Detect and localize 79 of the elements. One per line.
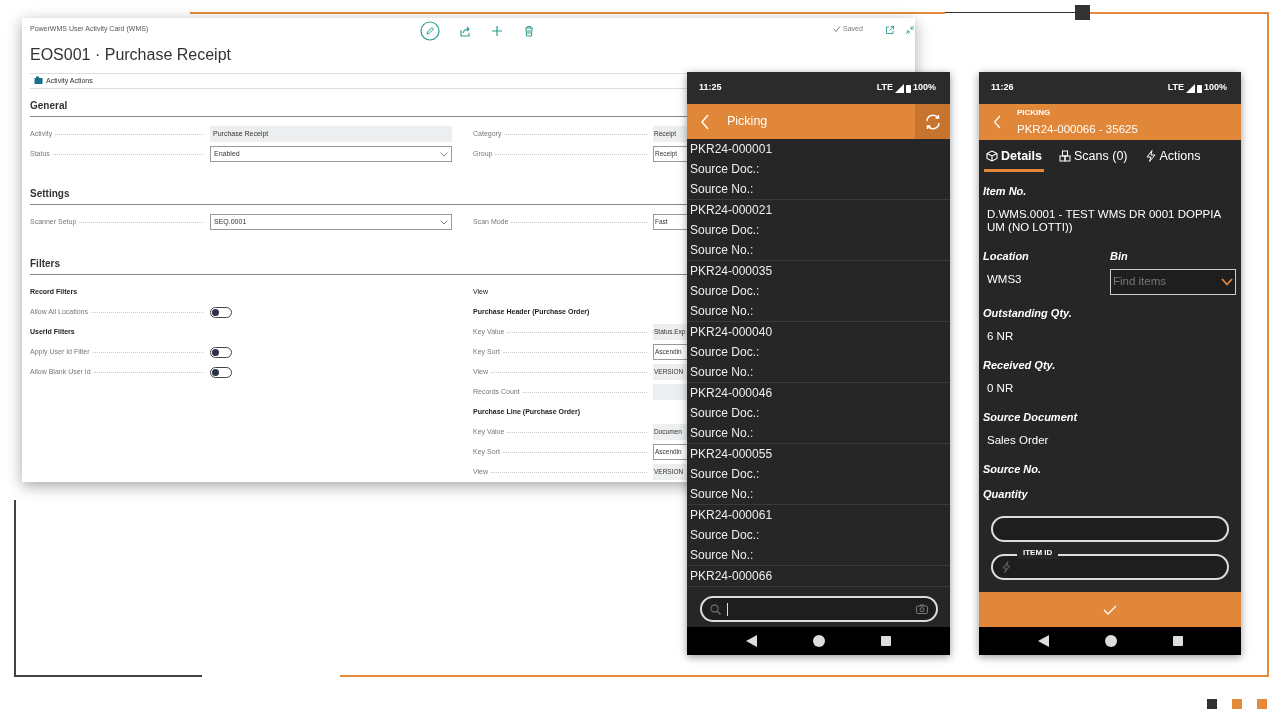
plus-icon[interactable] [490,24,504,38]
field-label: Location [983,249,1030,263]
field-label: Bin [1110,249,1129,263]
floating-label: ITEM ID [1017,547,1059,559]
signal-icon [1185,83,1195,93]
box-icon [986,150,998,162]
back-nav-icon[interactable] [1037,635,1049,647]
clock: 11:25 [699,81,722,95]
battery-level: 100% [912,81,936,95]
section-title: Filters [30,257,60,271]
field-value: D.WMS.0001 - TEST WMS DR 0001 DOPPIA UM (NO LOTTI)) [986,208,1222,235]
toggle-switch[interactable] [210,366,232,378]
list-item[interactable]: PKR24-000046 Source Doc.: Source No.: [687,383,950,444]
check-icon [833,25,841,34]
field-label: Source Document [983,410,1079,424]
section-title: Settings [30,187,70,201]
search-icon [709,603,721,615]
field-label: Outstanding Qty. [983,306,1073,320]
refresh-icon [923,112,942,131]
page-title: EOS001 · Purchase Receipt [30,44,232,65]
check-icon [1103,604,1117,615]
back-nav-icon[interactable] [746,635,757,647]
tab[interactable]: Actions [1142,143,1203,172]
list-item[interactable]: PKR24-000061 Source Doc.: Source No.: [687,505,950,566]
bolt-icon [1001,561,1011,573]
back-icon[interactable] [700,113,710,130]
actions-icon [34,76,43,86]
home-nav-icon[interactable] [813,635,825,647]
clock: 11:26 [991,81,1014,95]
field-label: Quantity [983,487,1029,501]
recents-nav-icon[interactable] [1172,636,1183,646]
chevron-down-icon [1221,278,1233,286]
chevron-down-icon [440,151,448,157]
field-value: WMS3 [986,273,1023,287]
input-field[interactable] [991,516,1229,542]
battery-level: 100% [1203,81,1227,95]
chevron-down-icon [440,219,448,225]
list-item[interactable]: PKR24-000035 Source Doc.: Source No.: [687,261,950,322]
field-label: Received Qty. [983,358,1057,372]
field-value: 0 NR [986,382,1015,396]
list-item[interactable]: PKR24-000055 Source Doc.: Source No.: [687,444,950,505]
screen-title: Picking [727,113,769,131]
home-nav-icon[interactable] [1104,635,1117,647]
back-icon[interactable] [993,115,1001,129]
battery-icon [1196,83,1202,93]
edit-icon[interactable] [420,21,440,41]
trash-icon[interactable] [522,24,536,38]
decor-square [1207,699,1217,709]
list-item[interactable]: PKR24-000040 Source Doc.: Source No.: [687,322,950,383]
search-field[interactable] [699,596,938,622]
field-value: 6 NR [986,330,1015,344]
share-icon[interactable] [458,24,472,38]
decor-square [1257,699,1267,709]
readonly-field [653,384,687,400]
decor-square [1232,699,1242,709]
signal-icon [894,83,904,93]
screen-title: PKR24-000066 - 35625 [1017,121,1138,137]
refresh-button[interactable] [915,104,950,139]
cubes-icon [1059,150,1071,162]
screen-subtitle: PICKING [1017,107,1052,118]
network-label: LTE [1167,81,1184,95]
open-in-new-icon[interactable] [885,25,895,35]
bolt-icon [1144,150,1157,162]
field-value: Sales Order [986,434,1050,448]
list-item[interactable]: PKR24-000066 [687,566,950,587]
toggle-switch[interactable] [210,306,232,318]
network-label: LTE [876,81,893,95]
list-item[interactable]: PKR24-000001 Source Doc.: Source No.: [687,139,950,200]
dropdown-field[interactable]: Find items [1110,269,1236,295]
field-label: Item No. [983,184,1028,198]
toggle-switch[interactable] [210,346,232,358]
battery-icon [905,83,911,93]
collapse-icon[interactable] [905,25,915,35]
list-item[interactable]: PKR24-000021 Source Doc.: Source No.: [687,200,950,261]
field-label: Source No. [983,462,1043,476]
tab[interactable]: Scans (0) [1057,143,1130,172]
tab[interactable]: Details [984,143,1044,172]
camera-icon[interactable] [915,604,928,614]
section-title: General [30,99,68,113]
